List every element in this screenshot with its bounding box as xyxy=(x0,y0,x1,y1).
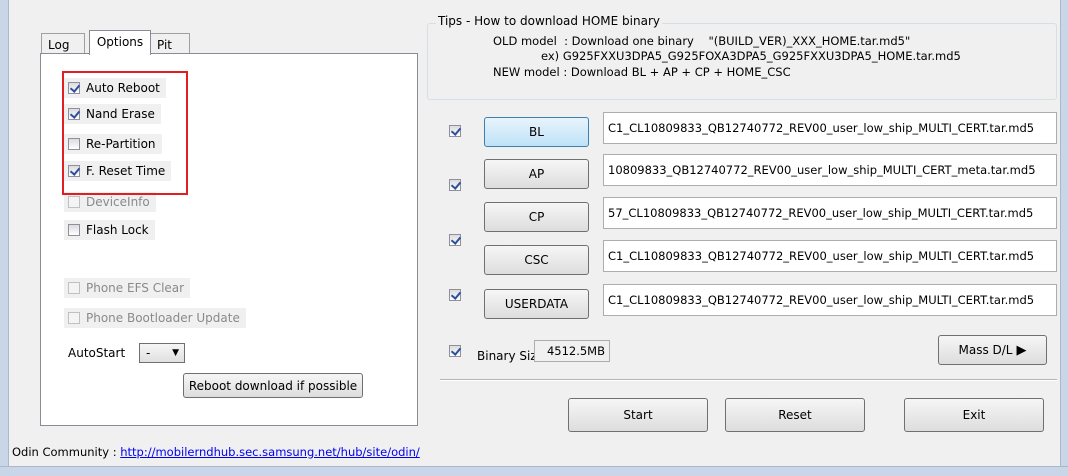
cp-checkbox[interactable] xyxy=(449,234,461,246)
ap-button[interactable]: AP xyxy=(484,159,589,189)
autostart-select[interactable]: - ▼ xyxy=(139,343,185,363)
auto-reboot-checkbox[interactable]: Auto Reboot xyxy=(64,78,166,98)
bl-path-field[interactable]: C1_CL10809833_QB12740772_REV00_user_low_… xyxy=(603,112,1057,144)
re-partition-label: Re-Partition xyxy=(86,137,156,151)
tab-pit[interactable]: Pit xyxy=(150,33,190,55)
reset-button[interactable]: Reset xyxy=(725,398,865,432)
phone-bootloader-update-label: Phone Bootloader Update xyxy=(86,311,240,325)
re-partition-checkbox[interactable]: Re-Partition xyxy=(64,134,162,154)
tips-title: Tips - How to download HOME binary xyxy=(436,14,662,28)
checkbox-checked-icon xyxy=(68,108,80,120)
reboot-download-label: Reboot download if possible xyxy=(188,378,358,393)
autostart-value: - xyxy=(146,346,151,360)
community-footer: Odin Community : http://mobilerndhub.sec… xyxy=(12,445,420,459)
binary-size-value: 4512.5MB xyxy=(534,340,610,362)
tab-log-label: Log xyxy=(48,38,70,52)
cp-button-label: CP xyxy=(528,210,545,224)
tips-line-old: OLD model : Download one binary "(BUILD_… xyxy=(493,34,911,48)
checkbox-unchecked-icon xyxy=(68,282,80,294)
f-reset-time-checkbox[interactable]: F. Reset Time xyxy=(64,161,172,181)
csc-checkbox[interactable] xyxy=(449,289,461,301)
tab-options-label: Options xyxy=(96,35,144,49)
device-info-label: DeviceInfo xyxy=(86,195,150,209)
divider xyxy=(440,379,1057,381)
checkbox-unchecked-icon xyxy=(68,312,80,324)
ap-button-label: AP xyxy=(528,167,545,181)
reboot-download-button[interactable]: Reboot download if possible xyxy=(183,373,363,398)
dropdown-arrow-icon: ▼ xyxy=(172,348,179,358)
ap-path-field[interactable]: 10809833_QB12740772_REV00_user_low_ship_… xyxy=(603,154,1057,186)
tips-line-new: NEW model : Download BL + AP + CP + HOME… xyxy=(493,65,791,79)
autostart-label: AutoStart xyxy=(68,346,126,360)
ap-checkbox[interactable] xyxy=(449,179,461,191)
bl-checkbox[interactable] xyxy=(449,125,461,137)
mass-dl-label: Mass D/L xyxy=(958,343,1013,357)
cp-path-field[interactable]: 57_CL10809833_QB12740772_REV00_user_low_… xyxy=(603,197,1057,229)
checkbox-checked-icon xyxy=(68,82,80,94)
exit-button[interactable]: Exit xyxy=(904,398,1044,432)
window-frame-left xyxy=(0,0,9,475)
reset-label: Reset xyxy=(778,408,812,422)
flash-lock-checkbox[interactable]: Flash Lock xyxy=(64,220,155,240)
userdata-checkbox[interactable] xyxy=(449,345,461,357)
userdata-button-label: USERDATA xyxy=(504,297,569,311)
community-link[interactable]: http://mobilerndhub.sec.samsung.net/hub/… xyxy=(120,445,420,459)
exit-label: Exit xyxy=(962,408,986,422)
bl-button[interactable]: BL xyxy=(484,117,589,147)
checkbox-unchecked-icon xyxy=(68,138,80,150)
checkbox-unchecked-icon xyxy=(68,224,80,236)
start-label: Start xyxy=(623,408,653,422)
csc-path-field[interactable]: C1_CL10809833_QB12740772_REV00_user_low_… xyxy=(603,240,1057,272)
nand-erase-label: Nand Erase xyxy=(86,107,155,121)
auto-reboot-label: Auto Reboot xyxy=(86,81,160,95)
tab-options[interactable]: Options xyxy=(89,30,151,55)
tab-log[interactable]: Log xyxy=(41,33,85,55)
bl-button-label: BL xyxy=(529,125,544,139)
csc-button-label: CSC xyxy=(524,253,549,267)
phone-bootloader-update-checkbox: Phone Bootloader Update xyxy=(64,308,246,328)
phone-efs-clear-label: Phone EFS Clear xyxy=(86,281,185,295)
flash-lock-label: Flash Lock xyxy=(86,223,149,237)
userdata-path-field[interactable]: C1_CL10809833_QB12740772_REV00_user_low_… xyxy=(603,284,1057,316)
checkbox-unchecked-icon xyxy=(68,196,80,208)
cp-button[interactable]: CP xyxy=(484,202,589,232)
tab-pit-label: Pit xyxy=(157,38,173,52)
f-reset-time-label: F. Reset Time xyxy=(86,164,166,178)
tips-line-example: ex) G925FXXU3DPA5_G925FOXA3DPA5_G925FXXU… xyxy=(541,49,961,63)
phone-efs-clear-checkbox: Phone EFS Clear xyxy=(64,278,191,298)
community-label: Odin Community : xyxy=(12,445,121,459)
csc-button[interactable]: CSC xyxy=(484,245,589,275)
play-arrow-icon: ▶ xyxy=(1016,342,1027,358)
checkbox-checked-icon xyxy=(68,165,80,177)
nand-erase-checkbox[interactable]: Nand Erase xyxy=(64,104,161,124)
mass-dl-button[interactable]: Mass D/L ▶ xyxy=(938,335,1047,365)
start-button[interactable]: Start xyxy=(568,398,708,432)
window-frame-right xyxy=(1060,0,1068,475)
userdata-button[interactable]: USERDATA xyxy=(484,289,589,319)
device-info-checkbox: DeviceInfo xyxy=(64,192,156,212)
